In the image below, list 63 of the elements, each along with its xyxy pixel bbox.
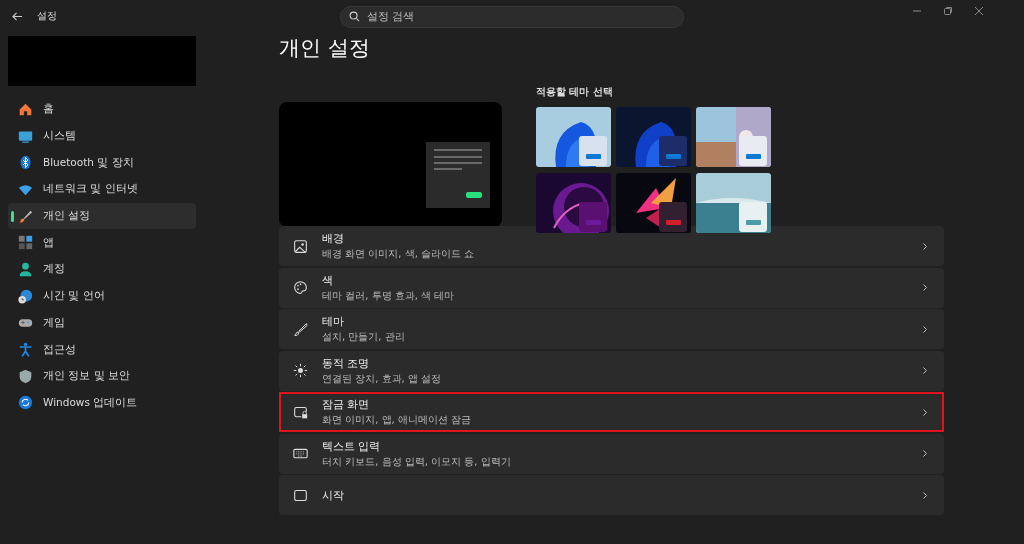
brush-icon xyxy=(293,321,308,337)
picture-icon xyxy=(293,238,308,254)
close-button[interactable] xyxy=(974,6,984,16)
search-field[interactable]: 설정 검색 xyxy=(340,5,684,28)
apps-icon xyxy=(18,235,33,251)
chevron-icon xyxy=(922,490,928,500)
setting-title: 배경 xyxy=(322,231,345,246)
home-icon xyxy=(18,101,33,117)
setting-card[interactable]: 배경 배경 화면 이미지, 색, 슬라이드 쇼 xyxy=(279,226,944,266)
sidebar-item[interactable]: 앱 xyxy=(8,229,196,257)
sidebar-item[interactable]: 네트워크 및 인터넷 xyxy=(8,176,196,203)
sidebar-item[interactable]: 계정 xyxy=(8,256,196,283)
sparkle-icon xyxy=(293,363,308,378)
chevron-icon xyxy=(922,283,928,292)
setting-card[interactable]: 테마 설치, 만들기, 관리 xyxy=(279,309,944,349)
sidebar-item[interactable]: 시스템 xyxy=(8,122,196,150)
start-icon xyxy=(293,487,308,503)
setting-card[interactable]: 동적 조명 연결된 장치, 효과, 앱 설정 xyxy=(279,350,944,391)
shield-icon xyxy=(18,368,33,384)
back-icon[interactable] xyxy=(12,10,23,22)
sidebar-item[interactable]: 개인 설정 xyxy=(8,202,196,230)
brush-icon xyxy=(18,208,33,224)
sidebar-item[interactable]: Bluetooth 및 장치 xyxy=(8,149,196,177)
setting-title: 색 xyxy=(322,272,334,288)
setting-description: 배경 화면 이미지, 색, 슬라이드 쇼 xyxy=(322,247,476,261)
setting-description: 테마 컬러, 투명 효과, 색 테마 xyxy=(322,288,456,303)
setting-description: 화면 이미지, 앱, 애니메이션 잠금 xyxy=(322,413,473,427)
sidebar-item[interactable]: 접근성 xyxy=(8,336,196,363)
setting-card[interactable]: 시작 xyxy=(279,475,944,515)
chevron-icon xyxy=(922,241,928,251)
setting-card[interactable]: 잠금 화면 화면 이미지, 앱, 애니메이션 잠금 xyxy=(279,392,944,432)
maximize-button[interactable] xyxy=(943,6,953,16)
sidebar-item[interactable]: 게임 xyxy=(8,309,196,337)
setting-title: 테마 xyxy=(322,314,345,329)
sidebar-item[interactable]: 개인 정보 및 보안 xyxy=(8,362,196,390)
setting-title: 텍스트 입력 xyxy=(322,438,382,454)
chevron-icon xyxy=(922,407,928,417)
window-title: 설정 xyxy=(37,9,57,23)
setting-description: 터치 키보드, 음성 입력, 이모지 등, 입력기 xyxy=(322,454,512,469)
keyboard-icon xyxy=(293,446,308,461)
person-icon xyxy=(18,261,33,277)
sidebar-item[interactable]: Windows 업데이트 xyxy=(8,389,196,417)
chevron-icon xyxy=(922,324,928,334)
setting-title: 시작 xyxy=(322,487,345,503)
update-icon xyxy=(18,395,33,411)
bluetooth-icon xyxy=(18,155,33,171)
palette-icon xyxy=(293,280,308,295)
setting-card[interactable]: 색 테마 컬러, 투명 효과, 색 테마 xyxy=(279,267,944,308)
chevron-icon xyxy=(922,449,928,458)
setting-title: 잠금 화면 xyxy=(322,397,371,412)
setting-card[interactable]: 텍스트 입력 터치 키보드, 음성 입력, 이모지 등, 입력기 xyxy=(279,433,944,474)
sidebar-item[interactable]: 시간 및 언어 xyxy=(8,282,196,310)
preview-window-drawing xyxy=(426,142,490,208)
section-heading: 적용할 테마 선택 xyxy=(536,85,614,99)
globe-clock-icon xyxy=(18,288,33,304)
setting-description: 설치, 만들기, 관리 xyxy=(322,330,406,344)
sidebar-item[interactable]: 홈 xyxy=(8,96,196,123)
accessibility-icon xyxy=(18,342,33,358)
page-title: 개인 설정 xyxy=(279,35,371,62)
setting-description: 연결된 장치, 효과, 앱 설정 xyxy=(322,371,443,386)
chevron-icon xyxy=(922,366,928,375)
lock-screen-icon xyxy=(293,404,308,420)
setting-title: 동적 조명 xyxy=(322,355,371,371)
